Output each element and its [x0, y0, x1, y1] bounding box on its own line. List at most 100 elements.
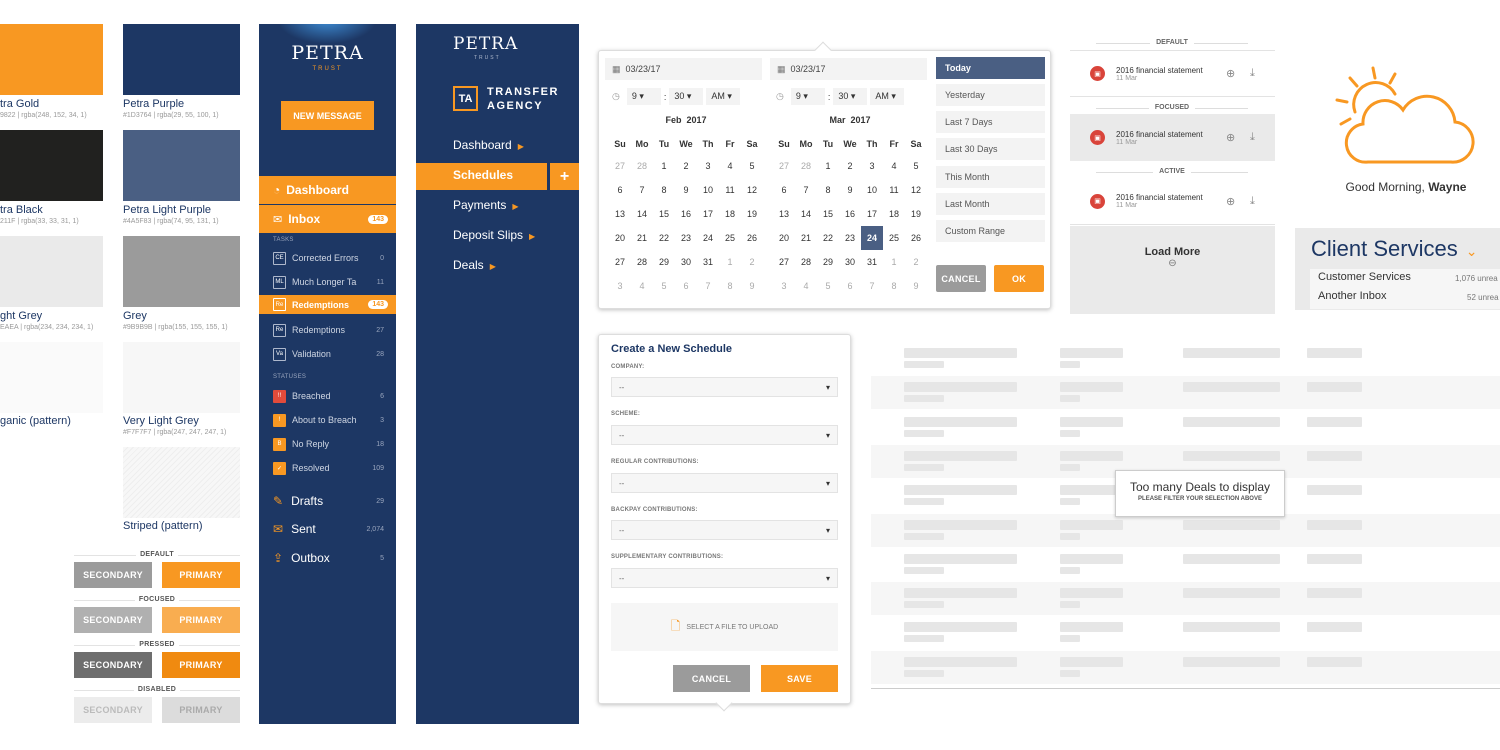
calendar-day[interactable]: 27	[609, 154, 631, 178]
calendar-day[interactable]: 21	[631, 226, 653, 250]
calendar-day[interactable]: 7	[795, 178, 817, 202]
nav-sent[interactable]: ✉ Sent 2,074	[259, 518, 396, 540]
calendar-day[interactable]: 1	[883, 250, 905, 274]
calendar-day[interactable]: 16	[839, 202, 861, 226]
calendar-day[interactable]: 24	[697, 226, 719, 250]
calendar-day[interactable]: 31	[697, 250, 719, 274]
range-custom[interactable]: Custom Range	[936, 220, 1045, 242]
primary-button-pressed[interactable]: PRIMARY	[162, 652, 240, 678]
status-item[interactable]: ! About to Breach 3	[259, 410, 396, 430]
calendar-day[interactable]: 23	[839, 226, 861, 250]
calendar-day[interactable]: 17	[697, 202, 719, 226]
minute-select[interactable]: 30 ▾	[669, 88, 704, 105]
minute-select[interactable]: 30 ▾	[833, 88, 868, 105]
range-last-30-days[interactable]: Last 30 Days	[936, 138, 1045, 160]
file-card-default[interactable]: ▣ 2016 financial statement 11 Mar ⊕ ⤓	[1070, 50, 1275, 97]
calendar-day[interactable]: 9	[741, 274, 763, 298]
client-item[interactable]: Another Inbox	[1318, 290, 1387, 302]
calendar-day[interactable]: 28	[795, 154, 817, 178]
end-date-input[interactable]: ▦ 03/23/17	[770, 58, 927, 80]
calendar-day[interactable]: 6	[675, 274, 697, 298]
calendar-day[interactable]: 6	[609, 178, 631, 202]
calendar-day[interactable]: 12	[741, 178, 763, 202]
range-yesterday[interactable]: Yesterday	[936, 84, 1045, 106]
calendar-day[interactable]: 5	[741, 154, 763, 178]
calendar-day[interactable]: 26	[741, 226, 763, 250]
ampm-select[interactable]: AM ▾	[706, 88, 741, 105]
calendar-day[interactable]: 20	[773, 226, 795, 250]
hour-select[interactable]: 9 ▾	[790, 88, 825, 105]
primary-button-default[interactable]: PRIMARY	[162, 562, 240, 588]
calendar-day[interactable]: 29	[653, 250, 675, 274]
calendar-day[interactable]: 7	[861, 274, 883, 298]
calendar-day[interactable]: 18	[883, 202, 905, 226]
primary-button-focused[interactable]: PRIMARY	[162, 607, 240, 633]
backpay-contributions-select[interactable]: --	[611, 520, 838, 540]
calendar-ok-button[interactable]: OK	[994, 265, 1044, 292]
nav-dashboard[interactable]: Dashboard ▶	[453, 138, 524, 152]
scheme-select[interactable]: --	[611, 425, 838, 445]
calendar-day[interactable]: 4	[631, 274, 653, 298]
calendar-day[interactable]: 26	[905, 226, 927, 250]
calendar-day[interactable]: 10	[697, 178, 719, 202]
task-item[interactable]: Va Validation 28	[259, 344, 396, 364]
zoom-icon[interactable]: ⊕	[1226, 67, 1235, 80]
calendar-day[interactable]: 18	[719, 202, 741, 226]
calendar-day[interactable]: 15	[817, 202, 839, 226]
calendar-day[interactable]: 7	[697, 274, 719, 298]
calendar-day[interactable]: 4	[719, 154, 741, 178]
calendar-cancel-button[interactable]: CANCEL	[936, 265, 986, 292]
download-icon[interactable]: ⤓	[1250, 131, 1255, 144]
secondary-button-default[interactable]: SECONDARY	[74, 562, 152, 588]
calendar-day[interactable]: 16	[675, 202, 697, 226]
range-last-7-days[interactable]: Last 7 Days	[936, 111, 1045, 133]
range-today[interactable]: Today	[936, 57, 1045, 79]
zoom-icon[interactable]: ⊕	[1226, 131, 1235, 144]
form-save-button[interactable]: SAVE	[761, 665, 838, 692]
calendar-day[interactable]: 1	[817, 154, 839, 178]
calendar-day[interactable]: 21	[795, 226, 817, 250]
calendar-day[interactable]: 9	[905, 274, 927, 298]
start-date-input[interactable]: ▦ 03/23/17	[605, 58, 762, 80]
nav-schedules[interactable]: Schedules	[453, 168, 513, 182]
task-item[interactable]: Re Redemptions 27	[259, 320, 396, 340]
hour-select[interactable]: 9 ▾	[626, 88, 661, 105]
nav-dashboard[interactable]: ◔ Dashboard	[259, 176, 396, 204]
calendar-day[interactable]: 31	[861, 250, 883, 274]
calendar-day[interactable]: 2	[741, 250, 763, 274]
load-more-button[interactable]: Load More ⊖	[1070, 226, 1275, 314]
calendar-day[interactable]: 28	[631, 250, 653, 274]
nav-payments[interactable]: Payments ▶	[453, 198, 519, 212]
calendar-day[interactable]: 14	[631, 202, 653, 226]
calendar-day[interactable]: 1	[719, 250, 741, 274]
file-upload-area[interactable]: 🗋 SELECT A FILE TO UPLOAD	[611, 603, 838, 651]
calendar-day[interactable]: 25	[719, 226, 741, 250]
calendar-day[interactable]: 22	[817, 226, 839, 250]
calendar-day[interactable]: 13	[773, 202, 795, 226]
nav-deposit-slips[interactable]: Deposit Slips ▶	[453, 228, 535, 242]
secondary-button-pressed[interactable]: SECONDARY	[74, 652, 152, 678]
calendar-day[interactable]: 29	[817, 250, 839, 274]
status-item[interactable]: !! Breached 6	[259, 386, 396, 406]
calendar-day[interactable]: 8	[653, 178, 675, 202]
calendar-day[interactable]: 3	[609, 274, 631, 298]
calendar-day[interactable]: 8	[817, 178, 839, 202]
calendar-day[interactable]: 6	[839, 274, 861, 298]
calendar-day[interactable]: 4	[883, 154, 905, 178]
calendar-day[interactable]: 2	[675, 154, 697, 178]
task-item-active[interactable]: Re Redemptions 143	[259, 295, 396, 314]
status-item[interactable]: B No Reply 18	[259, 434, 396, 454]
nav-inbox[interactable]: ✉ Inbox 143	[259, 205, 396, 233]
calendar-day[interactable]: 1	[653, 154, 675, 178]
calendar-day[interactable]: 19	[905, 202, 927, 226]
calendar-day[interactable]: 8	[719, 274, 741, 298]
calendar-day[interactable]: 9	[839, 178, 861, 202]
calendar-day[interactable]: 17	[861, 202, 883, 226]
nav-drafts[interactable]: ✎ Drafts 29	[259, 490, 396, 512]
new-message-button[interactable]: NEW MESSAGE	[281, 101, 374, 130]
calendar-day[interactable]: 19	[741, 202, 763, 226]
task-item[interactable]: ML Much Longer Ta 11	[259, 272, 396, 292]
regular-contributions-select[interactable]: --	[611, 473, 838, 493]
calendar-day[interactable]: 13	[609, 202, 631, 226]
calendar-day[interactable]: 22	[653, 226, 675, 250]
